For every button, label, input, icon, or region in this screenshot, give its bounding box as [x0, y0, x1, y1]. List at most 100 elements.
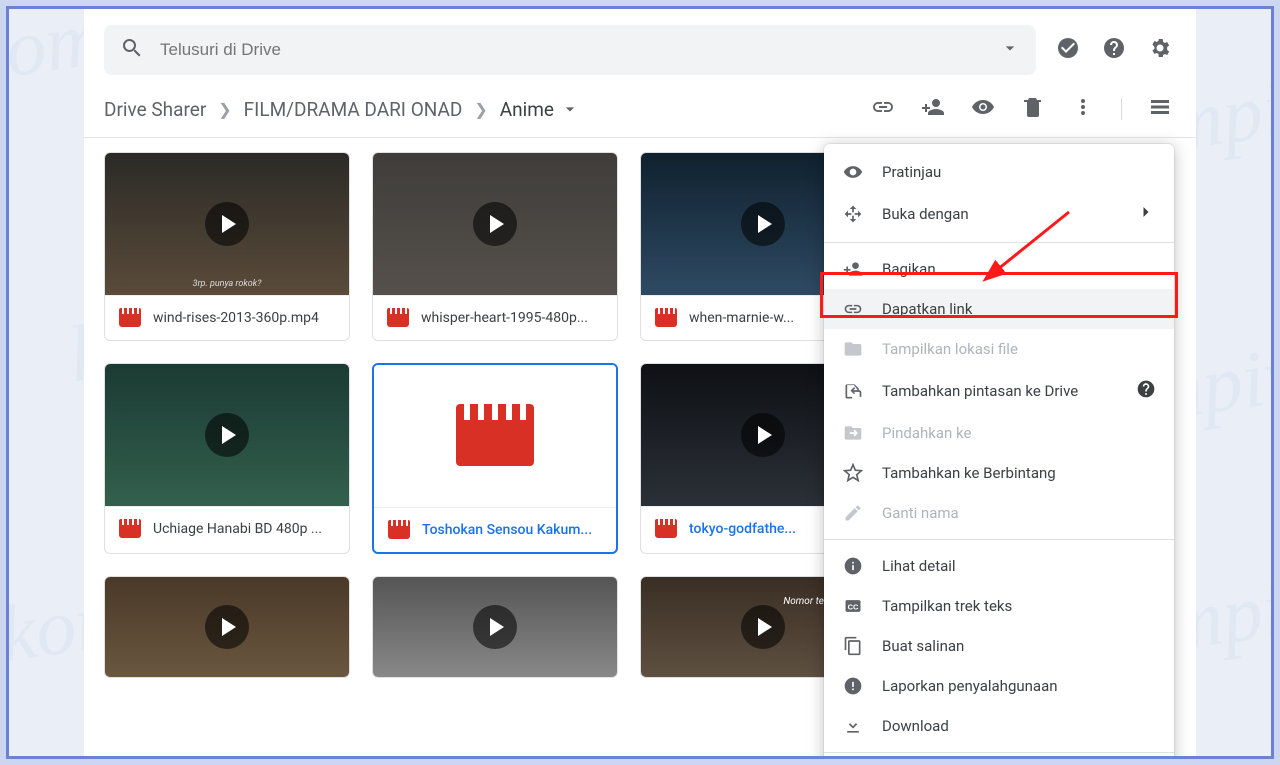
share-person-add-icon[interactable]: [921, 95, 945, 123]
file-card[interactable]: 3rp. punya rokok? wind-rises-2013-360p.m…: [104, 152, 350, 341]
context-menu-label: Tampilkan trek teks: [882, 597, 1012, 615]
play-icon: [741, 605, 785, 649]
copy-icon: [842, 636, 864, 656]
context-menu-item[interactable]: Dapatkan link: [824, 289, 1174, 329]
context-menu-item[interactable]: Pratinjau: [824, 152, 1174, 192]
video-file-icon: [119, 309, 141, 327]
context-menu-item: Pindahkan ke: [824, 413, 1174, 453]
breadcrumb-item[interactable]: FILM/DRAMA DARI ONAD: [244, 98, 463, 121]
context-menu: Pratinjau Buka dengan Bagikan Dapatkan link…: [824, 144, 1174, 759]
right-gutter: [1196, 9, 1271, 756]
file-card[interactable]: whisper-heart-1995-480p...: [372, 152, 618, 341]
help-icon[interactable]: [1102, 36, 1126, 64]
play-icon: [205, 202, 249, 246]
chevron-right-icon: ❯: [474, 100, 487, 119]
play-icon: [473, 202, 517, 246]
video-file-large-icon: [456, 406, 534, 466]
chevron-right-icon: ❯: [218, 100, 231, 119]
context-menu-item[interactable]: Download: [824, 706, 1174, 746]
context-menu-label: Tampilkan lokasi file: [882, 340, 1018, 358]
file-thumbnail: 3rp. punya rokok?: [105, 153, 349, 295]
file-name: when-marnie-w...: [689, 310, 794, 326]
file-card[interactable]: Uchiage Hanabi BD 480p ...: [104, 363, 350, 554]
context-menu-label: Laporkan penyalahgunaan: [882, 677, 1058, 695]
cc-icon: CC: [842, 596, 864, 616]
download-icon: [842, 716, 864, 736]
context-menu-label: Bagikan: [882, 260, 936, 278]
help-icon[interactable]: [1136, 379, 1156, 403]
move-icon: [842, 423, 864, 443]
delete-trash-icon[interactable]: [1021, 95, 1045, 123]
play-icon: [205, 605, 249, 649]
file-thumbnail: [373, 153, 617, 295]
play-icon: [741, 413, 785, 457]
play-icon: [741, 202, 785, 246]
context-menu-label: Buka dengan: [882, 205, 969, 223]
video-file-icon: [655, 309, 677, 327]
video-file-icon: [119, 520, 141, 538]
get-link-icon[interactable]: [871, 95, 895, 123]
eye-icon: [842, 162, 864, 182]
search-icon: [120, 36, 144, 64]
view-list-icon[interactable]: [1148, 95, 1172, 123]
context-menu-label: Dapatkan link: [882, 300, 972, 318]
context-menu-label: Ganti nama: [882, 504, 959, 522]
search-input[interactable]: [160, 40, 1000, 60]
open-with-icon: [842, 204, 864, 224]
play-icon: [205, 413, 249, 457]
preview-eye-icon[interactable]: [971, 95, 995, 123]
context-menu-divider: [824, 539, 1174, 540]
play-icon: [473, 605, 517, 649]
context-menu-item[interactable]: Bagikan: [824, 249, 1174, 289]
rename-icon: [842, 503, 864, 523]
breadcrumb-item[interactable]: Drive Sharer: [104, 98, 206, 121]
chevron-right-icon: [1136, 202, 1156, 226]
context-menu-item: Tampilkan lokasi file: [824, 329, 1174, 369]
search-bar[interactable]: [104, 25, 1036, 75]
context-menu-label: Buat salinan: [882, 637, 964, 655]
context-menu-item[interactable]: Buka dengan: [824, 192, 1174, 236]
svg-text:CC: CC: [848, 602, 859, 611]
file-card[interactable]: [372, 576, 618, 678]
search-options-caret[interactable]: [1000, 38, 1020, 62]
file-name: wind-rises-2013-360p.mp4: [153, 310, 319, 326]
file-name: Uchiage Hanabi BD 480p ...: [153, 521, 322, 537]
context-menu-label: Download: [882, 717, 949, 735]
context-menu-item[interactable]: Lihat detail: [824, 546, 1174, 586]
context-menu-item: Ganti nama: [824, 493, 1174, 533]
context-menu-item[interactable]: CC Tampilkan trek teks: [824, 586, 1174, 626]
context-menu-item[interactable]: Tambahkan ke Berbintang: [824, 453, 1174, 493]
shortcut-icon: [842, 381, 864, 401]
breadcrumb: Drive Sharer ❯ FILM/DRAMA DARI ONAD ❯ An…: [104, 98, 580, 121]
file-name: tokyo-godfathe...: [689, 521, 796, 537]
file-thumbnail: [373, 577, 617, 677]
context-menu-label: Pindahkan ke: [882, 424, 971, 442]
video-file-icon: [387, 309, 409, 327]
context-menu-divider: [824, 752, 1174, 753]
file-thumbnail: [374, 365, 616, 507]
link-icon: [842, 299, 864, 319]
file-thumbnail: [105, 364, 349, 506]
offline-ready-icon[interactable]: [1056, 36, 1080, 64]
breadcrumb-current[interactable]: Anime: [500, 98, 580, 121]
video-file-icon: [388, 521, 410, 539]
context-menu-label: Lihat detail: [882, 557, 956, 575]
context-menu-item[interactable]: Tambahkan pintasan ke Drive: [824, 369, 1174, 413]
context-menu-label: Tambahkan ke Berbintang: [882, 464, 1056, 482]
info-icon: [842, 556, 864, 576]
report-icon: [842, 676, 864, 696]
video-file-icon: [655, 520, 677, 538]
person-add-icon: [842, 259, 864, 279]
star-icon: [842, 463, 864, 483]
file-card-selected[interactable]: Toshokan Sensou Kakum...: [372, 363, 618, 554]
more-overflow-icon[interactable]: [1071, 95, 1095, 123]
file-card[interactable]: [104, 576, 350, 678]
thumb-subcaption: 3rp. punya rokok?: [193, 279, 262, 289]
context-menu-item[interactable]: Laporkan penyalahgunaan: [824, 666, 1174, 706]
context-menu-label: Tambahkan pintasan ke Drive: [882, 382, 1078, 400]
settings-gear-icon[interactable]: [1148, 36, 1172, 64]
file-name: Toshokan Sensou Kakum...: [422, 522, 592, 538]
file-name: whisper-heart-1995-480p...: [421, 310, 588, 326]
folder-icon: [842, 339, 864, 359]
context-menu-item[interactable]: Buat salinan: [824, 626, 1174, 666]
